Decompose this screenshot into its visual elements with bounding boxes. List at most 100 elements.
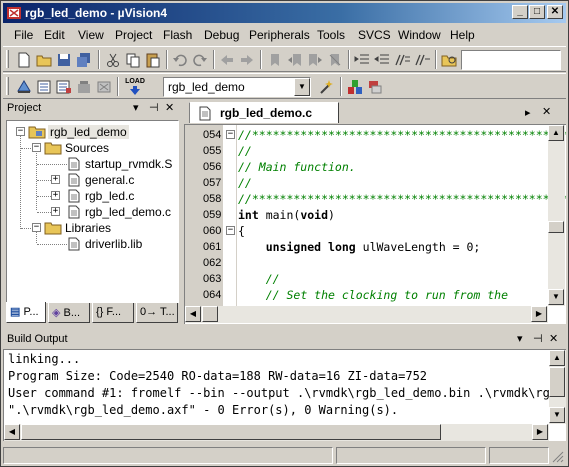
target-select[interactable]: rgb_led_demo ▼ — [163, 77, 311, 97]
scroll-down-icon[interactable]: ▼ — [548, 289, 564, 305]
code-line[interactable]: 060−{ — [185, 223, 549, 239]
code-line[interactable]: 063 // — [185, 271, 549, 287]
select-packs-icon[interactable] — [366, 78, 384, 96]
build-icon[interactable] — [35, 78, 53, 96]
code-line[interactable]: 055 // — [185, 143, 549, 159]
comment-icon[interactable] — [393, 51, 411, 69]
title-bar[interactable]: rgb_led_demo - µVision4 _ □ ✕ — [3, 3, 566, 23]
panel-dropdown-icon[interactable]: ▾ — [133, 101, 139, 114]
code-line[interactable]: 059 int main(void) — [185, 207, 549, 223]
chevron-down-icon[interactable]: ▼ — [294, 78, 310, 96]
uncomment-icon[interactable] — [413, 51, 431, 69]
code-line[interactable]: 057 // — [185, 175, 549, 191]
tab-scroll-right-icon[interactable]: ▸ — [525, 106, 531, 119]
tab-templates[interactable]: 0→ T... — [136, 303, 178, 323]
rebuild-icon[interactable] — [55, 78, 73, 96]
tree-node-file[interactable]: startup_rvmdk.S — [7, 156, 177, 172]
code-line[interactable]: 056 // Main function. — [185, 159, 549, 175]
scroll-left-icon[interactable]: ◀ — [185, 306, 201, 322]
menu-peripherals[interactable]: Peripherals — [249, 28, 310, 42]
scroll-left-icon[interactable]: ◀ — [4, 424, 20, 440]
scroll-thumb[interactable] — [548, 221, 564, 233]
minimize-button[interactable]: _ — [512, 5, 528, 19]
panel-pin-icon[interactable]: ⊣ — [533, 332, 543, 345]
fold-collapse-icon[interactable]: − — [226, 226, 235, 235]
menu-flash[interactable]: Flash — [163, 28, 192, 42]
menu-edit[interactable]: Edit — [44, 28, 65, 42]
manage-components-icon[interactable] — [346, 78, 364, 96]
code-line[interactable]: 062 — [185, 255, 549, 271]
menu-window[interactable]: Window — [398, 28, 441, 42]
tree-node-file[interactable]: + rgb_led.c — [7, 188, 177, 204]
target-options-icon[interactable] — [318, 78, 336, 96]
editor-close-icon[interactable]: ✕ — [542, 105, 551, 118]
fold-collapse-icon[interactable]: − — [226, 130, 235, 139]
toolbar-grip[interactable] — [6, 77, 9, 95]
find-in-files-icon[interactable] — [440, 51, 458, 69]
scroll-down-icon[interactable]: ▼ — [549, 407, 565, 423]
navigate-forward-icon[interactable] — [238, 51, 256, 69]
tree-node-file[interactable]: + rgb_led_demo.c — [7, 204, 177, 220]
menu-debug[interactable]: Debug — [204, 28, 239, 42]
menu-tools[interactable]: Tools — [317, 28, 345, 42]
find-combo[interactable] — [461, 50, 561, 70]
bookmark-next-icon[interactable] — [306, 51, 324, 69]
editor-tab[interactable]: rgb_led_demo.c — [189, 102, 339, 123]
code-line[interactable]: 058 //***********************************… — [185, 191, 566, 207]
scroll-right-icon[interactable]: ▶ — [532, 424, 548, 440]
output-vertical-scrollbar[interactable]: ▲ ▼ — [549, 350, 566, 424]
collapse-icon[interactable]: − — [16, 127, 25, 136]
expand-icon[interactable]: + — [51, 175, 60, 184]
new-file-icon[interactable] — [15, 51, 33, 69]
maximize-button[interactable]: □ — [529, 5, 545, 19]
bookmark-clear-icon[interactable] — [326, 51, 344, 69]
menu-file[interactable]: File — [14, 28, 33, 42]
scroll-thumb[interactable] — [549, 367, 565, 397]
tree-node-group[interactable]: − Libraries — [7, 220, 177, 236]
save-icon[interactable] — [55, 51, 73, 69]
tab-functions[interactable]: {} F... — [92, 303, 134, 323]
open-folder-icon[interactable] — [35, 51, 53, 69]
tab-books[interactable]: ◈ B... — [48, 303, 90, 323]
undo-icon[interactable] — [171, 51, 189, 69]
toolbar-grip[interactable] — [6, 50, 9, 68]
code-line[interactable]: 054−//**********************************… — [185, 127, 566, 143]
editor-vertical-scrollbar[interactable]: ▲ ▼ — [548, 125, 565, 306]
menu-view[interactable]: View — [78, 28, 104, 42]
collapse-icon[interactable]: − — [32, 223, 41, 232]
tree-node-file[interactable]: + general.c — [7, 172, 177, 188]
tree-node-file[interactable]: driverlib.lib — [7, 236, 177, 252]
panel-close-icon[interactable]: ✕ — [549, 332, 558, 345]
download-load-button[interactable]: LOAD — [121, 78, 149, 96]
menu-help[interactable]: Help — [450, 28, 475, 42]
resize-grip-icon[interactable] — [552, 451, 564, 463]
output-horizontal-scrollbar[interactable]: ◀ ▶ — [4, 424, 549, 441]
bookmark-toggle-icon[interactable] — [266, 51, 284, 69]
menu-project[interactable]: Project — [115, 28, 152, 42]
menu-svcs[interactable]: SVCS — [358, 28, 391, 42]
editor-horizontal-scrollbar[interactable]: ◀ ▶ — [185, 306, 548, 323]
code-editor[interactable]: 054−//**********************************… — [184, 124, 566, 324]
redo-icon[interactable] — [191, 51, 209, 69]
tree-node-group[interactable]: − Sources — [7, 140, 177, 156]
code-line[interactable]: 061 unsigned long ulWaveLength = 0; — [185, 239, 549, 255]
navigate-back-icon[interactable] — [218, 51, 236, 69]
collapse-icon[interactable]: − — [32, 143, 41, 152]
expand-icon[interactable]: + — [51, 191, 60, 200]
cut-icon[interactable] — [104, 51, 122, 69]
tree-node-root[interactable]: − rgb_led_demo — [7, 124, 177, 140]
expand-icon[interactable]: + — [51, 207, 60, 216]
scroll-thumb[interactable] — [202, 306, 218, 322]
build-output-panel[interactable]: linking... Program Size: Code=2540 RO-da… — [3, 349, 566, 441]
project-tree[interactable]: − rgb_led_demo − Sources startup_rvmdk.S… — [6, 120, 179, 303]
paste-icon[interactable] — [144, 51, 162, 69]
scroll-up-icon[interactable]: ▲ — [548, 125, 564, 141]
save-all-icon[interactable] — [75, 51, 93, 69]
panel-close-icon[interactable]: ✕ — [165, 101, 174, 114]
batch-build-icon[interactable] — [75, 78, 93, 96]
copy-icon[interactable] — [124, 51, 142, 69]
scroll-up-icon[interactable]: ▲ — [549, 350, 565, 366]
scroll-right-icon[interactable]: ▶ — [531, 306, 547, 322]
stop-build-icon[interactable] — [95, 78, 113, 96]
scroll-thumb[interactable] — [21, 424, 441, 440]
